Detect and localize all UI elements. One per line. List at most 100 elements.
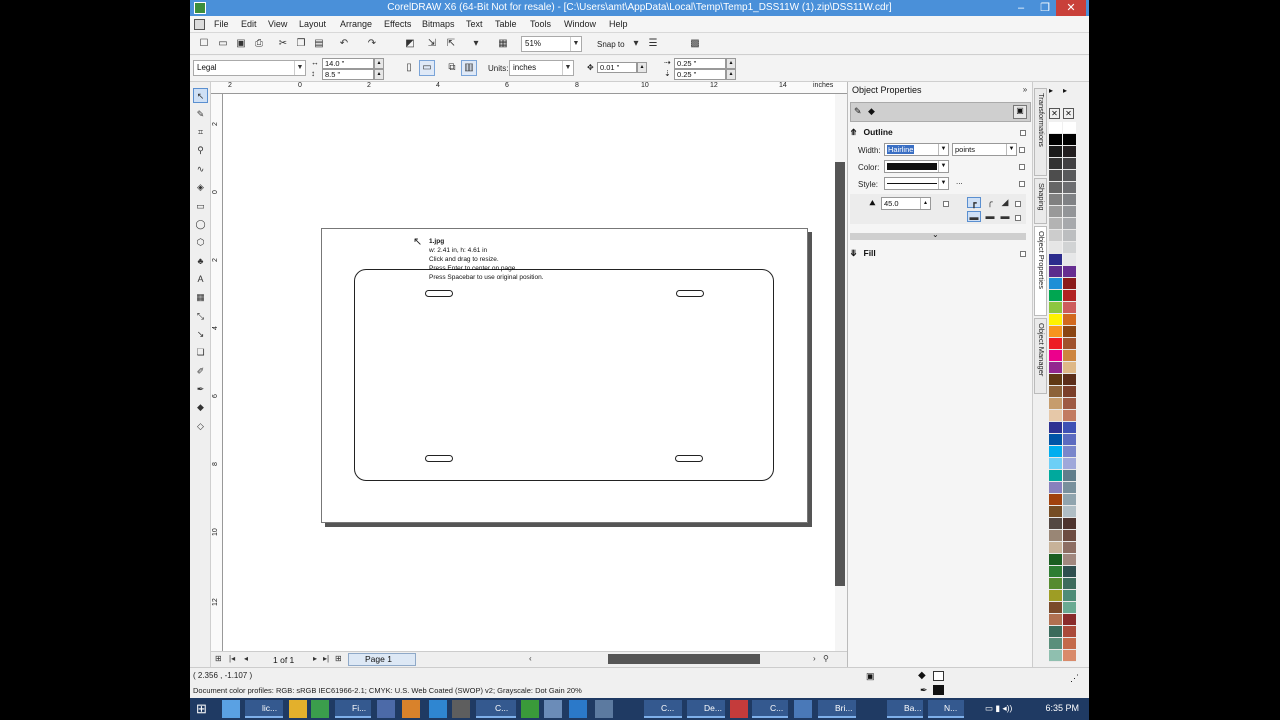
color-swatch[interactable] [1049,170,1062,182]
taskbar-app-icon[interactable] [452,700,470,718]
print-icon[interactable]: ⎙ [251,36,267,52]
duplicate-y-spinner[interactable]: ▴ [726,69,736,80]
last-page-icon[interactable]: ▸| [323,654,329,663]
close-button[interactable]: ✕ [1056,0,1086,16]
color-swatch[interactable] [1049,266,1062,278]
color-swatch[interactable] [1049,554,1062,566]
outline-width-dropdown[interactable]: Hairline ▼ [884,143,949,156]
color-swatch[interactable] [1063,602,1076,614]
welcome-screen-icon[interactable]: ▦ [495,36,511,52]
outline-pen-tool-icon[interactable]: ✒ [193,382,208,397]
system-tray-icons[interactable]: ▭ ▮ ◂)) [985,703,1012,714]
color-swatch[interactable] [1049,338,1062,350]
miter-limit-field[interactable]: 45.0 ▴ [881,197,931,210]
drawing-page[interactable]: ↖ 1.jpg w: 2.41 in, h: 4.61 in Click and… [321,228,808,523]
outline-tab-icon[interactable]: ✎ [854,106,862,117]
color-swatch[interactable] [1063,554,1076,566]
menu-edit[interactable]: Edit [241,19,257,29]
color-swatch[interactable] [1049,590,1062,602]
vertical-scroll-thumb[interactable] [835,162,845,586]
butt-cap-icon[interactable]: ▬ [967,211,981,222]
color-swatch[interactable] [1063,614,1076,626]
scroll-right-icon[interactable]: › [813,654,816,663]
miter-corner-icon[interactable]: ┏ [967,197,981,208]
application-launcher-icon[interactable]: ▾ [468,36,484,52]
color-swatch[interactable] [1049,638,1062,650]
pick-tool-icon[interactable]: ↖ [193,88,208,103]
horizontal-scroll-thumb[interactable] [608,654,760,664]
page-tab[interactable]: Page 1 [348,653,416,666]
color-swatch[interactable] [1063,494,1076,506]
add-page-before-icon[interactable]: ⊞ [215,654,222,663]
pdf-icon[interactable] [730,700,748,718]
color-swatch[interactable] [1063,578,1076,590]
duplicate-x-spinner[interactable]: ▴ [726,58,736,69]
tab-transformations[interactable]: Transformations [1034,88,1047,176]
taskbar-app-icon[interactable] [402,700,420,718]
color-swatch[interactable] [1063,542,1076,554]
tab-object-properties[interactable]: Object Properties [1034,226,1047,316]
color-swatch[interactable] [1049,434,1062,446]
color-swatch[interactable] [1063,434,1076,446]
taskbar-app-icon[interactable] [794,700,812,718]
color-swatch[interactable] [1049,122,1062,134]
color-swatch[interactable] [1063,362,1076,374]
color-swatch[interactable] [1049,374,1062,386]
color-swatch[interactable] [1049,182,1062,194]
color-swatch[interactable] [1063,422,1076,434]
color-swatch[interactable] [1049,494,1062,506]
color-swatch[interactable] [1063,590,1076,602]
restore-button[interactable]: ❐ [1034,0,1056,16]
next-page-icon[interactable]: ▸ [313,654,317,663]
fill-tool-icon[interactable]: ◆ [193,400,208,415]
add-page-after-icon[interactable]: ⊞ [335,654,342,663]
polygon-tool-icon[interactable]: ⬡ [193,235,208,250]
color-swatch[interactable] [1049,254,1062,266]
open-icon[interactable]: ▭ [215,36,231,52]
horizontal-ruler[interactable]: 2 0 2 4 6 8 10 12 14 inches [211,82,847,94]
document-menu-icon[interactable] [194,19,205,30]
color-swatch[interactable] [1063,398,1076,410]
lock-icon[interactable] [1019,181,1025,187]
color-swatch[interactable] [1063,314,1076,326]
shape-tool-icon[interactable]: ✎ [193,107,208,122]
color-swatch[interactable] [1063,650,1076,662]
color-swatch[interactable] [1063,326,1076,338]
taskbar-app-icon[interactable] [569,700,587,718]
undo-icon[interactable]: ↶ [336,36,352,52]
color-swatch[interactable] [1063,194,1076,206]
color-swatch[interactable] [1063,146,1076,158]
color-swatch[interactable] [1049,446,1062,458]
taskbar-app-icon[interactable] [311,700,329,718]
smart-fill-tool-icon[interactable]: ◈ [193,180,208,195]
resize-grip-icon[interactable]: ⋰ [1070,673,1079,684]
start-button-icon[interactable]: ⊞ [196,700,214,718]
menu-text[interactable]: Text [466,19,483,29]
page-width-field[interactable]: 14.0 " [322,58,374,69]
color-swatch[interactable] [1063,446,1076,458]
taskbar-app-icon[interactable] [595,700,613,718]
color-swatch[interactable] [1049,542,1062,554]
fill-none-swatch[interactable] [933,671,944,681]
width-spinner[interactable]: ▴ [374,58,384,69]
color-swatch[interactable] [1049,350,1062,362]
color-swatch[interactable] [1063,338,1076,350]
round-corner-icon[interactable]: ╭ [983,197,997,208]
lock-icon[interactable] [1019,147,1025,153]
color-swatch[interactable] [1049,278,1062,290]
color-swatch[interactable] [1049,530,1062,542]
color-swatch[interactable] [1063,170,1076,182]
color-eyedropper-tool-icon[interactable]: ✐ [193,364,208,379]
table-tool-icon[interactable]: ▦ [193,290,208,305]
color-swatch[interactable] [1063,122,1076,134]
portrait-icon[interactable]: ▯ [401,60,417,76]
color-swatch[interactable] [1049,602,1062,614]
tab-shaping[interactable]: Shaping [1034,178,1047,224]
color-swatch[interactable] [1063,350,1076,362]
taskbar-app-icon[interactable] [544,700,562,718]
freehand-tool-icon[interactable]: ∿ [193,162,208,177]
color-swatch[interactable] [1063,518,1076,530]
color-swatch[interactable] [1063,254,1076,266]
nudge-distance-field[interactable]: 0.01 " [597,62,637,73]
zoom-levels-dropdown[interactable]: 51% ▼ [521,36,582,52]
